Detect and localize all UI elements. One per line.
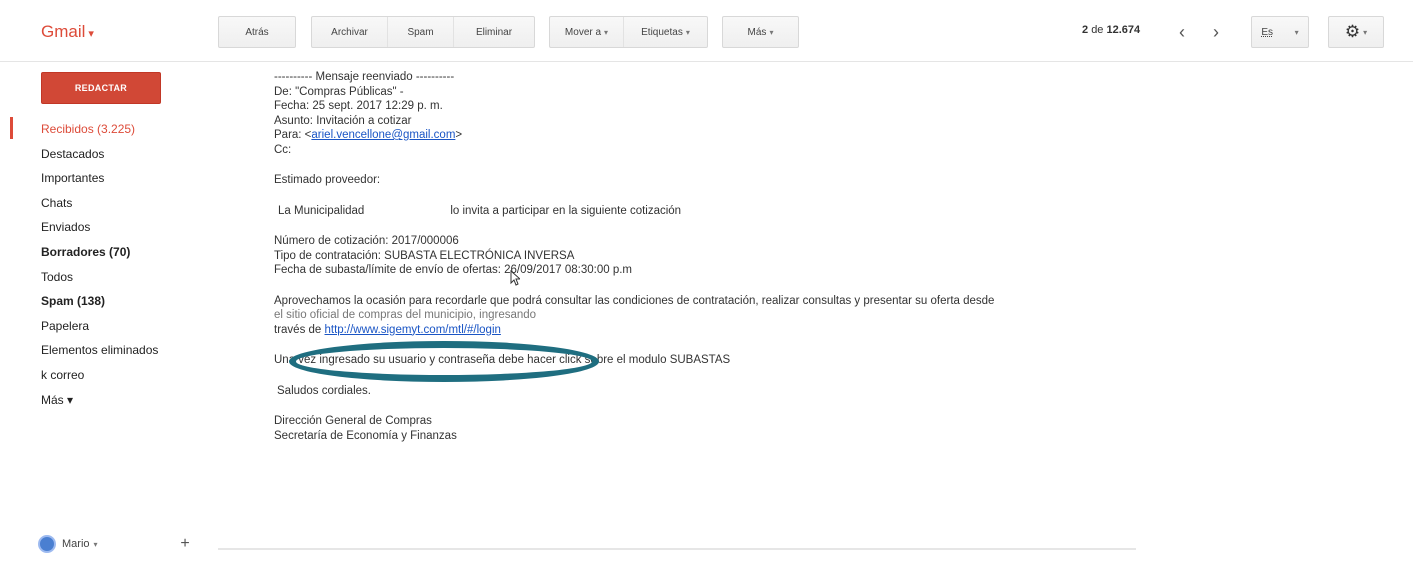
- language-value: Es: [1261, 26, 1273, 38]
- quote-number: Número de cotización: 2017/000006: [274, 235, 459, 247]
- chevron-down-icon: ▾: [88, 28, 94, 40]
- message-body: ---------- Mensaje reenviado ---------- …: [274, 70, 1134, 443]
- hangouts-user[interactable]: Mario ▾: [38, 535, 98, 553]
- language-select[interactable]: Es ▾: [1251, 16, 1309, 48]
- gear-icon: ⚙: [1344, 22, 1361, 41]
- signature-1: Dirección General de Compras: [274, 415, 432, 427]
- compose-button-label: REDACTAR: [74, 83, 128, 93]
- labels-button[interactable]: Etiquetas ▾: [624, 17, 707, 47]
- divider: [218, 548, 1136, 550]
- sidebar-item-inbox[interactable]: Recibidos (3.225): [41, 117, 221, 142]
- avatar: [38, 535, 56, 553]
- archive-button[interactable]: Archivar: [312, 17, 388, 47]
- chevron-down-icon: ▾: [685, 27, 690, 37]
- labels-button-label: Etiquetas: [641, 26, 683, 38]
- greeting: Estimado proveedor:: [274, 174, 381, 186]
- body-paragraph-3: través de http://www.sigemyt.com/mtl/#/l…: [274, 323, 1134, 338]
- sidebar-item-chats[interactable]: Chats: [41, 191, 221, 216]
- chevron-right-icon: ›: [1213, 21, 1219, 42]
- top-toolbar: Gmail ▾ Atrás Archivar Spam Eliminar Move…: [0, 0, 1413, 62]
- sidebar-item-trash[interactable]: Papelera: [41, 314, 221, 339]
- message-actions-group: Archivar Spam Eliminar: [311, 16, 535, 48]
- date-line: Fecha: 25 sept. 2017 12:29 p. m.: [274, 100, 443, 112]
- chevron-down-icon: ▾: [604, 27, 609, 37]
- add-contact-button[interactable]: +: [174, 533, 196, 555]
- move-to-button[interactable]: Mover a ▾: [550, 17, 624, 47]
- plus-icon: +: [180, 535, 190, 552]
- pagination-of: de: [1091, 24, 1104, 36]
- intro-municipality: La Municipalidad: [278, 204, 365, 217]
- delete-button-label: Eliminar: [475, 26, 513, 38]
- mouse-cursor-icon: [510, 270, 520, 286]
- delete-button[interactable]: Eliminar: [454, 17, 534, 47]
- sidebar-item-starred[interactable]: Destacados: [41, 142, 221, 167]
- subject-line: Asunto: Invitación a cotizar: [274, 114, 412, 127]
- user-name: Mario: [62, 538, 90, 550]
- sidebar-item-drafts[interactable]: Borradores (70): [41, 240, 221, 265]
- archive-button-label: Archivar: [331, 26, 368, 38]
- pagination-current: 2: [1082, 24, 1089, 36]
- sidebar-item-spam[interactable]: Spam (138): [41, 289, 221, 314]
- back-button[interactable]: Atrás: [218, 16, 296, 48]
- contract-type: Tipo de contratación: SUBASTA ELECTRÓNIC…: [274, 249, 575, 262]
- sidebar-item-k-correo[interactable]: k correo: [41, 363, 221, 388]
- move-to-button-label: Mover a: [564, 26, 602, 38]
- intro-line: La Municipalidad lo invita a participar e…: [274, 204, 1134, 219]
- more-button[interactable]: Más ▾: [722, 16, 799, 48]
- spam-button[interactable]: Spam: [388, 17, 454, 47]
- to-line: Para: <ariel.vencellone@gmail.com>: [274, 128, 1134, 143]
- body-paragraph-2: el sitio oficial de compras del municipi…: [274, 309, 537, 321]
- closing: Saludos cordiales.: [277, 384, 371, 397]
- gmail-logo[interactable]: Gmail ▾: [41, 22, 94, 42]
- to-email-link[interactable]: ariel.vencellone@gmail.com: [311, 129, 455, 141]
- chevron-down-icon: ▾: [1363, 27, 1368, 37]
- pagination-total: 12.674: [1106, 24, 1141, 36]
- sidebar-item-sent[interactable]: Enviados: [41, 215, 221, 240]
- to-prefix: Para: <: [274, 129, 312, 141]
- sidebar-item-more[interactable]: Más ▾: [41, 388, 221, 413]
- compose-button[interactable]: REDACTAR: [41, 72, 161, 104]
- forward-header: ---------- Mensaje reenviado ----------: [274, 71, 455, 83]
- organize-actions-group: Mover a ▾ Etiquetas ▾: [549, 16, 708, 48]
- chevron-down-icon: ▾: [769, 27, 774, 37]
- to-suffix: >: [455, 129, 463, 141]
- pagination-count: 2 de 12.674: [1082, 24, 1140, 36]
- login-link[interactable]: http://www.sigemyt.com/mtl/#/login: [325, 324, 501, 336]
- from-line: De: "Compras Públicas" -: [274, 85, 404, 98]
- cc-line: Cc:: [274, 143, 292, 156]
- signature-2: Secretaría de Economía y Finanzas: [274, 429, 457, 442]
- back-button-label: Atrás: [245, 26, 269, 38]
- selected-folder-indicator: [10, 117, 13, 139]
- folder-list: Recibidos (3.225) Destacados Importantes…: [41, 117, 221, 412]
- next-message-button[interactable]: ›: [1200, 16, 1232, 48]
- sidebar-item-all-mail[interactable]: Todos: [41, 265, 221, 290]
- settings-button[interactable]: ⚙ ▾: [1328, 16, 1384, 48]
- gmail-logo-label: Gmail: [41, 22, 86, 41]
- deadline: Fecha de subasta/límite de envío de ofer…: [274, 264, 633, 276]
- link-prefix: través de: [274, 323, 325, 336]
- previous-message-button[interactable]: ‹: [1166, 16, 1198, 48]
- sidebar-item-deleted-items[interactable]: Elementos eliminados: [41, 338, 221, 363]
- spam-button-label: Spam: [407, 26, 434, 38]
- intro-invitation: lo invita a participar en la siguiente c…: [450, 204, 682, 217]
- more-button-label: Más: [747, 26, 767, 38]
- chevron-down-icon: ▾: [93, 539, 98, 549]
- chevron-left-icon: ‹: [1179, 21, 1185, 42]
- sidebar-item-important[interactable]: Importantes: [41, 166, 221, 191]
- body-paragraph-1: Aprovechamos la ocasión para recordarle …: [274, 294, 995, 307]
- chevron-down-icon: ▾: [1294, 27, 1299, 37]
- link-highlight-ellipse: [289, 341, 599, 382]
